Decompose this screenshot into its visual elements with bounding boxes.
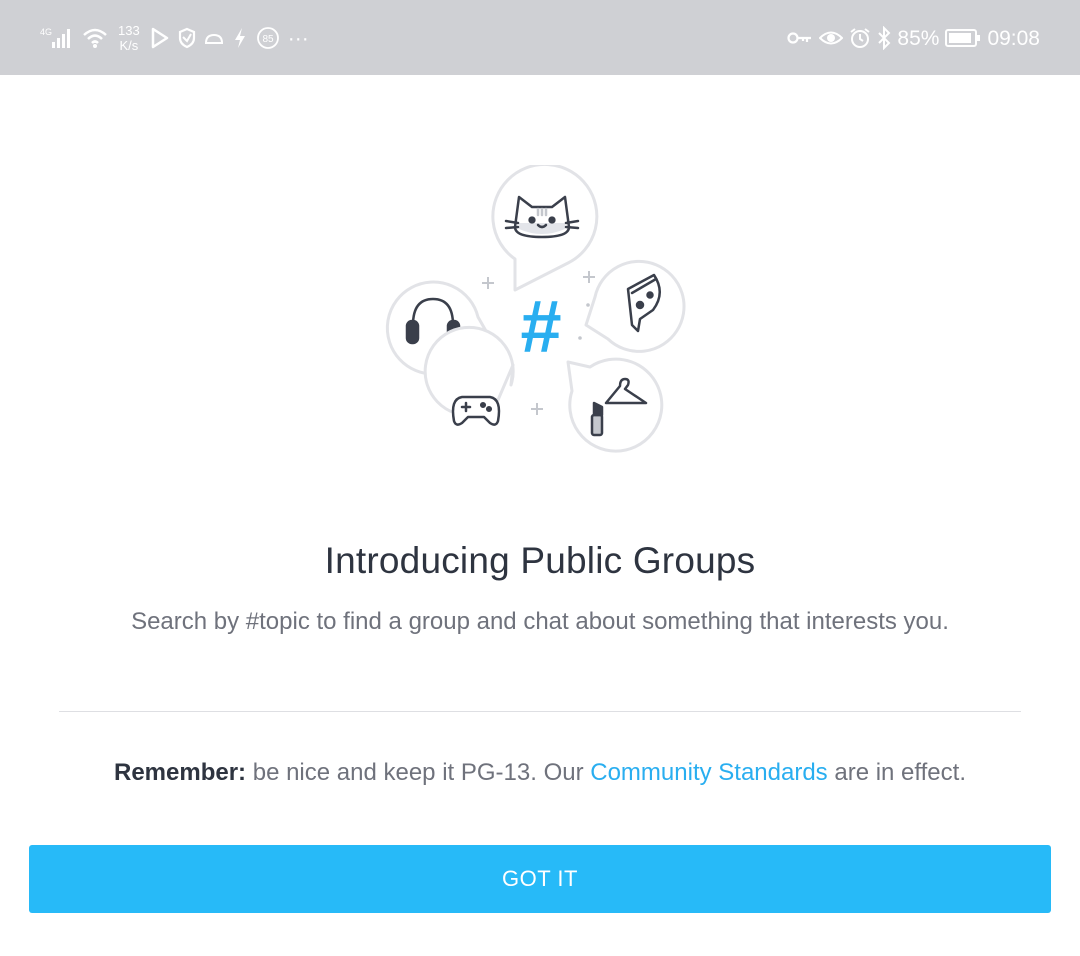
alarm-icon (849, 27, 871, 49)
notification-badge-count: 85 (262, 34, 274, 45)
hashtag-symbol: # (519, 285, 561, 368)
key-icon (787, 27, 813, 49)
remember-notice: Remember: be nice and keep it PG-13. Our… (0, 759, 1080, 787)
remember-text-before: be nice and keep it PG-13. Our (246, 759, 591, 786)
divider (59, 711, 1021, 712)
eye-icon (819, 27, 844, 49)
net-speed-value: 133 (118, 23, 140, 38)
shield-icon (178, 27, 196, 49)
topics-illustration: # (370, 162, 710, 495)
status-bar-right: 85% 09:08 (787, 20, 1040, 56)
signal-icon: 4G (40, 26, 74, 50)
bluetooth-icon (877, 26, 891, 50)
intro-title: Introducing Public Groups (324, 540, 756, 581)
battery-icon (945, 27, 981, 49)
net-speed-unit: K/s (119, 38, 139, 53)
fashion-bubble (566, 357, 664, 453)
cat-bubble (491, 162, 599, 292)
network-type-label: 4G (40, 27, 52, 37)
badge-icon: 85 (256, 26, 280, 50)
gamepad-bubble (423, 325, 515, 426)
net-speed: 133 K/s (118, 23, 140, 53)
flash-icon (232, 27, 248, 49)
pizza-bubble (584, 259, 686, 353)
cloud-icon (204, 27, 224, 49)
clock: 09:08 (987, 26, 1040, 50)
battery-percent: 85% (897, 26, 940, 50)
gamepad-icon (451, 395, 501, 426)
public-groups-intro: # Introducing Public Groups Search by #t… (0, 75, 1080, 956)
community-standards-link[interactable]: Community Standards (590, 759, 827, 786)
remember-label: Remember: (114, 759, 247, 786)
remember-text-after: are in effect. (827, 759, 966, 786)
status-bar-left: 4G 133 K/s 85 ··· (40, 20, 309, 56)
wifi-icon (82, 27, 108, 49)
more-icon: ··· (287, 26, 309, 50)
status-bar: 4G 133 K/s 85 ··· 85% 09:08 (0, 0, 1080, 75)
got-it-button[interactable]: GOT IT (29, 845, 1051, 913)
play-store-icon (150, 27, 170, 49)
intro-subtitle: Search by #topic to find a group and cha… (131, 608, 949, 635)
